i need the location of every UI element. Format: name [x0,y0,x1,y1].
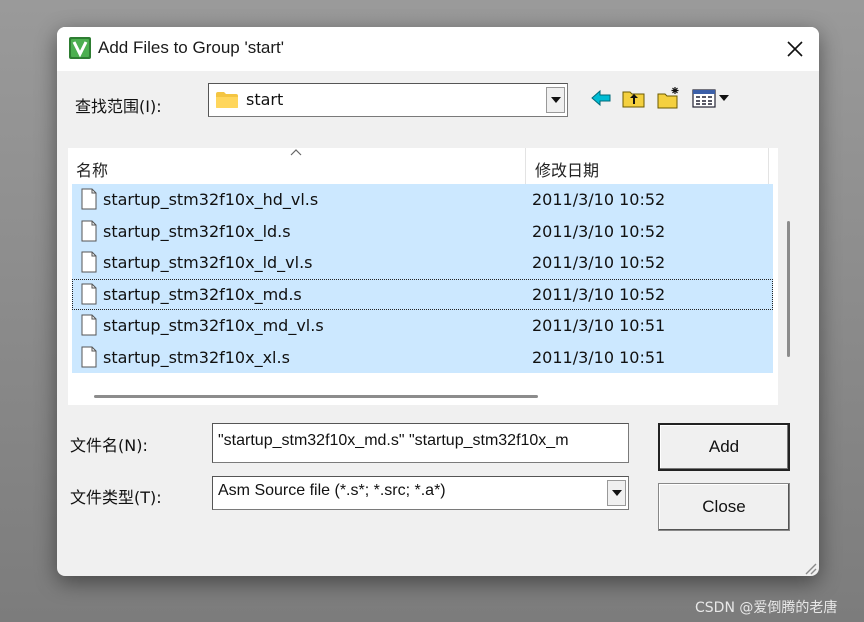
resize-grip-icon[interactable] [801,559,817,575]
file-date: 2011/3/10 10:51 [532,316,666,335]
file-type-combobox[interactable]: Asm Source file (*.s*; *.src; *.a*) [212,476,629,510]
file-row[interactable]: startup_stm32f10x_md.s 2011/3/10 10:52 [72,278,773,310]
file-icon [81,188,97,210]
file-name: startup_stm32f10x_ld.s [103,221,291,241]
chevron-down-icon[interactable] [546,87,565,113]
file-date: 2011/3/10 10:52 [532,221,666,241]
file-name: startup_stm32f10x_md_vl.s [103,316,324,335]
look-in-label: 查找范围(I): [75,97,162,116]
close-button[interactable]: Close [658,483,790,531]
up-folder-icon[interactable] [621,85,647,111]
chevron-down-icon[interactable] [607,480,626,506]
file-icon [81,314,97,336]
back-arrow-icon[interactable] [589,85,615,111]
folder-icon [216,92,238,108]
look-in-value: start [246,90,284,109]
file-name-label: 文件名(N): [70,436,148,455]
file-type-label: 文件类型(T): [70,488,162,507]
file-row[interactable]: startup_stm32f10x_hd_vl.s 2011/3/10 10:5… [72,184,773,216]
column-header-name[interactable]: 名称 [76,157,108,181]
file-date: 2011/3/10 10:51 [532,347,666,367]
file-name: startup_stm32f10x_hd_vl.s [103,190,319,209]
file-name: startup_stm32f10x_xl.s [103,347,290,367]
file-icon [81,283,97,304]
vertical-scrollbar[interactable] [787,221,790,357]
watermark: CSDN @爱倒腾的老唐 [695,600,838,616]
sort-ascending-icon [290,149,302,156]
file-row[interactable]: startup_stm32f10x_ld.s 2011/3/10 10:52 [72,215,773,247]
file-icon [81,251,97,273]
file-row[interactable]: startup_stm32f10x_xl.s 2011/3/10 10:51 [72,341,773,373]
file-date: 2011/3/10 10:52 [532,284,666,304]
new-folder-icon[interactable] [656,85,682,111]
close-icon[interactable] [777,34,813,64]
file-row[interactable]: startup_stm32f10x_md_vl.s 2011/3/10 10:5… [72,310,773,342]
horizontal-scrollbar[interactable] [94,395,538,398]
file-list[interactable]: 名称 修改日期 startup_stm32f10x_hd_vl.s 2011/3… [68,148,778,405]
view-menu-icon[interactable] [691,85,735,111]
file-row[interactable]: startup_stm32f10x_ld_vl.s 2011/3/10 10:5… [72,247,773,279]
file-rows: startup_stm32f10x_hd_vl.s 2011/3/10 10:5… [72,184,773,373]
column-divider[interactable] [525,148,526,184]
file-date: 2011/3/10 10:52 [532,190,666,209]
file-type-value: Asm Source file (*.s*; *.src; *.a*) [218,482,446,499]
column-divider[interactable] [768,148,769,184]
file-icon [81,220,97,241]
list-header: 名称 修改日期 [68,148,778,184]
add-files-dialog: Add Files to Group 'start' 查找范围(I): star… [57,27,819,576]
file-name: startup_stm32f10x_ld_vl.s [103,253,313,272]
file-date: 2011/3/10 10:52 [532,253,666,272]
dialog-title: Add Files to Group 'start' [98,38,285,57]
look-in-combobox[interactable]: start [208,83,568,117]
title-bar: Add Files to Group 'start' [57,27,819,71]
file-name: startup_stm32f10x_md.s [103,284,302,304]
column-header-date[interactable]: 修改日期 [535,157,599,181]
file-name-input[interactable]: "startup_stm32f10x_md.s" "startup_stm32f… [212,423,629,463]
add-button[interactable]: Add [658,423,790,471]
file-icon [81,346,97,367]
keil-uvision-icon [69,37,91,59]
